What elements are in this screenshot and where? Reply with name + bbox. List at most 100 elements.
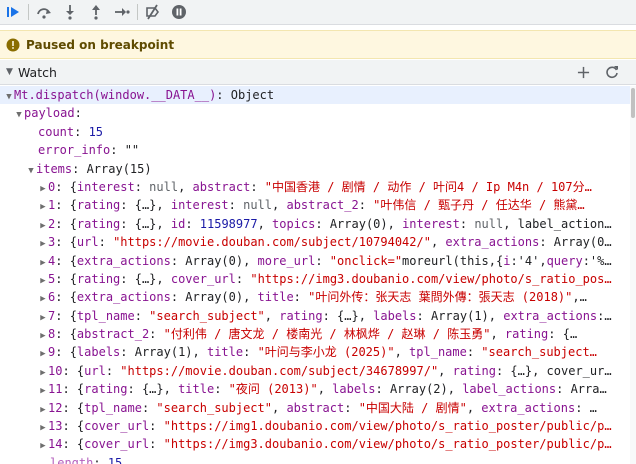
watch-section-header[interactable]: ▼ Watch: [0, 60, 636, 85]
property-key: error_info: [38, 143, 111, 158]
paused-text: Paused on breakpoint: [26, 37, 175, 52]
list-item[interactable]: ▶ 6: {extra_actions: Array(0), title: "叶问…: [0, 288, 630, 306]
item-preview: {tpl_name: "search_subject", abstract: "…: [76, 400, 597, 415]
refresh-icon: [606, 66, 618, 79]
tree-row-payload[interactable]: ▼ payload:: [0, 104, 630, 122]
add-watch-button[interactable]: [574, 63, 592, 81]
info-icon: [6, 38, 20, 51]
list-item[interactable]: ▶ 4: {extra_actions: Array(0), more_url: …: [0, 252, 630, 270]
list-item[interactable]: ▶ 2: {rating: {…}, id: 11598977, topics: …: [0, 215, 630, 233]
property-value: Array(15): [86, 161, 152, 176]
expand-arrow-icon[interactable]: ▶: [38, 198, 48, 214]
debugger-toolbar: [0, 0, 636, 25]
watch-title: Watch: [18, 64, 57, 80]
list-item[interactable]: ▶ 7: {tpl_name: "search_subject", rating:…: [0, 307, 630, 325]
step-into-icon: [66, 5, 74, 20]
list-item[interactable]: ▶ 11: {rating: {…}, title: "夜问 (2013)", l…: [0, 380, 630, 398]
plus-icon: [577, 66, 589, 78]
pause-on-exceptions-icon: [172, 5, 186, 19]
watch-tree: ▼ Mt.dispatch(window.__DATA__): Object ▼ p…: [0, 86, 630, 464]
item-preview: {labels: Array(1), title: "叶问与李小龙 (2025)…: [69, 345, 597, 360]
watch-expression-row[interactable]: ▼ Mt.dispatch(window.__DATA__): Object: [0, 86, 630, 105]
list-item[interactable]: ▶ 13: {cover_url: "https://img1.doubanio.…: [0, 417, 630, 435]
expand-arrow-icon[interactable]: ▶: [38, 217, 48, 233]
list-item[interactable]: ▶ 5: {rating: {…}, cover_url: "https://im…: [0, 270, 630, 288]
toolbar-separator: [28, 4, 29, 20]
list-item[interactable]: ▶ 14: {cover_url: "https://img3.doubanio.…: [0, 435, 630, 453]
property-value: 15: [88, 124, 104, 139]
scrollbar[interactable]: [630, 86, 636, 464]
resume-icon: [7, 7, 19, 17]
expand-arrow-icon[interactable]: ▶: [38, 364, 48, 380]
item-preview: {rating: {…}, id: 11598977, topics: Arra…: [69, 216, 612, 231]
expand-arrow-icon[interactable]: ▶: [38, 382, 48, 398]
expand-arrow-icon[interactable]: ▶: [38, 437, 48, 453]
list-item[interactable]: ▶ 3: {url: "https://movie.douban.com/subj…: [0, 233, 630, 251]
list-item[interactable]: ▶ 1: {rating: {…}, interest: null, abstra…: [0, 196, 630, 214]
item-index: 11: [48, 382, 63, 397]
items-list: ▶ 0: {interest: null, abstract: "中国香港 / 剧…: [0, 178, 630, 454]
item-preview: {cover_url: "https://img3.doubanio.com/v…: [76, 437, 612, 452]
deactivate-breakpoints-icon: [146, 4, 159, 20]
expand-arrow-icon[interactable]: ▶: [38, 254, 48, 270]
property-key: payload: [24, 106, 75, 121]
step-into-button[interactable]: [57, 1, 83, 23]
watch-expression: Mt.dispatch(window.__DATA__): [14, 88, 217, 102]
list-item[interactable]: ▶ 8: {abstract_2: "付利伟 / 唐文龙 / 楼南光 / 林枫烨 …: [0, 325, 630, 343]
property-value: 15: [107, 455, 123, 464]
item-preview: {interest: null, abstract: "中国香港 / 剧情 / …: [69, 179, 592, 194]
list-item[interactable]: ▶ 0: {interest: null, abstract: "中国香港 / 剧…: [0, 178, 630, 196]
expand-arrow-icon[interactable]: ▶: [38, 401, 48, 417]
collapse-triangle-icon: ▼: [6, 67, 13, 77]
step-out-button[interactable]: [83, 1, 109, 23]
property-value: "": [124, 143, 140, 158]
list-item[interactable]: ▶ 10: {url: "https://movie.douban.com/sub…: [0, 362, 630, 380]
expand-arrow-icon[interactable]: ▼: [4, 88, 14, 104]
item-preview: {url: "https://movie.douban.com/subject/…: [69, 235, 612, 250]
item-preview: {abstract_2: "付利伟 / 唐文龙 / 楼南光 / 林枫烨 / 赵琳…: [69, 327, 578, 342]
paused-banner: Paused on breakpoint: [0, 30, 636, 59]
expand-arrow-icon[interactable]: ▶: [38, 345, 48, 361]
item-preview: {tpl_name: "search_subject", rating: {…}…: [69, 308, 612, 323]
item-preview: {rating: {…}, interest: null, abstract_2…: [69, 198, 585, 213]
item-index: 14: [48, 437, 63, 452]
expand-arrow-icon[interactable]: ▼: [14, 106, 24, 122]
step-icon: [115, 8, 130, 16]
expand-arrow-icon[interactable]: ▶: [38, 290, 48, 306]
item-index: 10: [48, 363, 63, 378]
property-key: length: [50, 455, 94, 464]
expand-arrow-icon[interactable]: ▼: [26, 162, 36, 178]
tree-row-error-info: error_info: "": [38, 143, 140, 158]
expand-arrow-icon[interactable]: ▶: [38, 419, 48, 435]
pause-on-exceptions-button[interactable]: [166, 1, 192, 23]
tree-row-items[interactable]: ▼ items: Array(15): [0, 160, 630, 178]
property-key: items: [36, 161, 73, 176]
watch-value-type: Object: [230, 88, 275, 102]
deactivate-breakpoints-button[interactable]: [140, 1, 166, 23]
refresh-watch-button[interactable]: [603, 63, 621, 81]
property-key: count: [38, 124, 75, 139]
item-index: 13: [48, 419, 63, 434]
expand-arrow-icon[interactable]: ▶: [38, 235, 48, 251]
item-preview: {url: "https://movie.douban.com/subject/…: [76, 363, 612, 378]
item-index: 12: [48, 400, 63, 415]
item-preview: {rating: {…}, title: "夜问 (2013)", labels…: [76, 382, 607, 397]
expand-arrow-icon[interactable]: ▶: [38, 180, 48, 196]
tree-row-count: count: 15: [38, 124, 104, 139]
scrollbar-thumb[interactable]: [631, 88, 635, 118]
toolbar-separator: [137, 4, 138, 20]
item-preview: {rating: {…}, cover_url: "https://img3.d…: [69, 271, 612, 286]
list-item[interactable]: ▶ 12: {tpl_name: "search_subject", abstra…: [0, 399, 630, 417]
tree-row-length: length: 15: [0, 454, 630, 464]
expand-arrow-icon[interactable]: ▶: [38, 272, 48, 288]
resume-button[interactable]: [0, 1, 26, 23]
item-preview: {extra_actions: Array(0), title: "叶问外传：张…: [69, 290, 587, 305]
expand-arrow-icon[interactable]: ▶: [38, 309, 48, 325]
step-over-icon: [37, 8, 51, 19]
item-preview: {extra_actions: Array(0), more_url: "onc…: [69, 253, 612, 268]
item-preview: {cover_url: "https://img1.doubanio.com/v…: [76, 419, 612, 434]
step-over-button[interactable]: [31, 1, 57, 23]
step-button[interactable]: [109, 1, 135, 23]
expand-arrow-icon[interactable]: ▶: [38, 327, 48, 343]
list-item[interactable]: ▶ 9: {labels: Array(1), title: "叶问与李小龙 (2…: [0, 343, 630, 361]
